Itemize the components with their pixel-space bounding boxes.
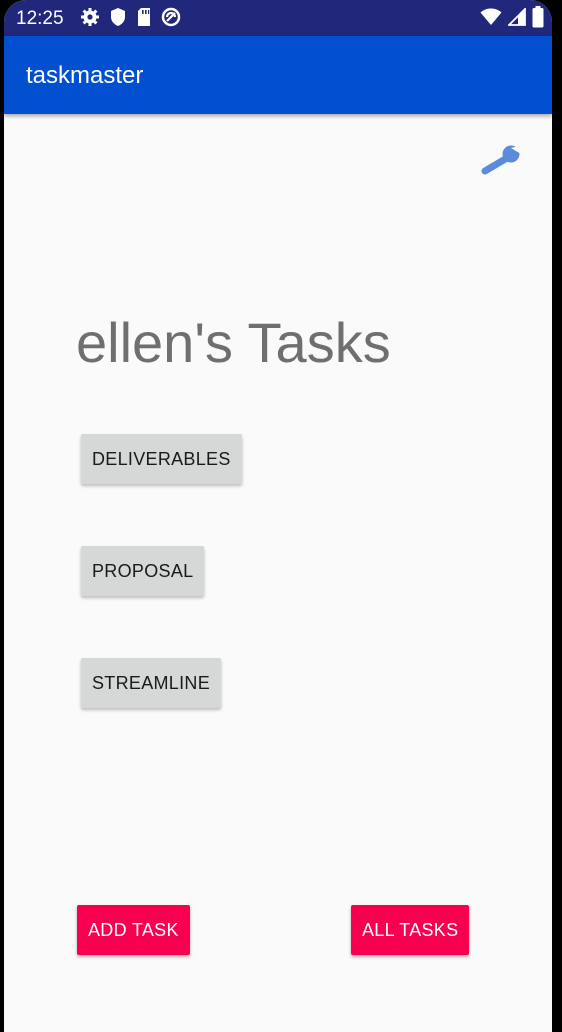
- settings-button[interactable]: [478, 142, 526, 182]
- wrench-icon: [480, 142, 524, 183]
- signal-icon: [506, 6, 526, 31]
- task-button-proposal[interactable]: PROPOSAL: [81, 546, 205, 596]
- sd-card-icon: [136, 7, 152, 32]
- status-time: 12:25: [16, 8, 64, 29]
- add-task-button[interactable]: ADD TASK: [77, 905, 190, 955]
- status-bar: 12:25: [4, 0, 552, 36]
- battery-icon: [532, 5, 544, 33]
- app-screen: 12:25 taskmaster ellen's Tasks DELIVERAB…: [4, 0, 552, 1032]
- task-button-streamline[interactable]: STREAMLINE: [81, 658, 222, 708]
- sync-icon: [161, 7, 181, 32]
- wifi-icon: [480, 8, 502, 31]
- task-button-deliverables[interactable]: DELIVERABLES: [81, 434, 242, 484]
- app-title: taskmaster: [26, 62, 144, 89]
- all-tasks-button[interactable]: ALL TASKS: [351, 905, 470, 955]
- status-left-icons: [80, 7, 181, 32]
- gear-icon: [80, 7, 100, 32]
- page-title: ellen's Tasks: [76, 311, 391, 374]
- status-right-icons: [480, 5, 544, 33]
- app-bar: taskmaster: [4, 36, 552, 114]
- shield-icon: [109, 7, 127, 32]
